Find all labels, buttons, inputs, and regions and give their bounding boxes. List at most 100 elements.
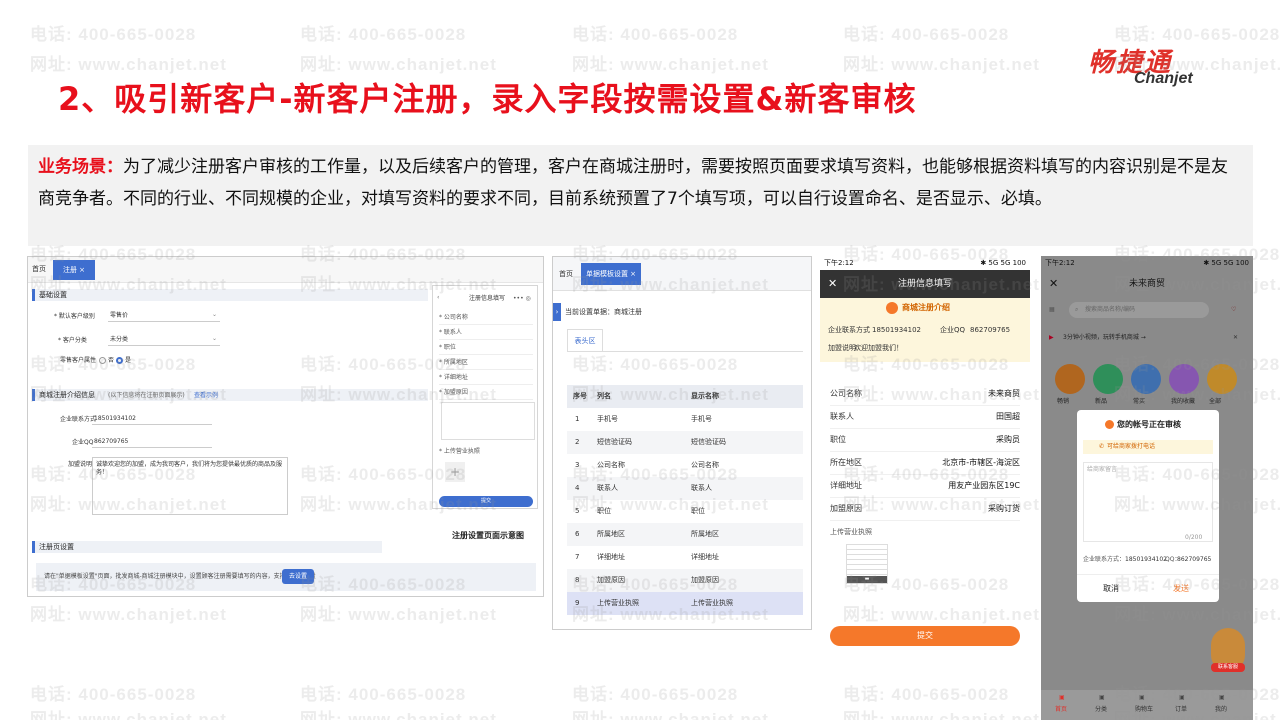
tab-header-area[interactable]: 表头区 [567, 329, 603, 351]
category-icon[interactable] [1055, 364, 1085, 394]
table-cell-name: 联系人 [597, 484, 618, 492]
label-customer-level: * 默认客户级别 [54, 313, 95, 320]
intro-note-label: 加盟说明 [828, 344, 856, 352]
send-button[interactable]: 发送 [1173, 584, 1189, 594]
message-textarea[interactable]: 给商家留言 [1083, 462, 1213, 542]
tab-home-2[interactable]: 首页 [559, 270, 573, 279]
watermark-text: 电话: 400-665-0028 [572, 685, 739, 704]
preview-field-label: * 联系人 [439, 329, 462, 336]
table-cell-no: 2 [575, 438, 580, 446]
bottom-tab-2[interactable]: 购物车 [1135, 706, 1153, 714]
contact-input[interactable]: 18501934102 [92, 413, 212, 425]
preview-field-line[interactable] [439, 354, 533, 355]
form-row-label: 所在地区 [830, 458, 862, 467]
close-icon[interactable]: ✕ [828, 270, 837, 298]
watermark-text: 网址: www.chanjet.net [572, 710, 769, 720]
cancel-button[interactable]: 取消 [1103, 584, 1119, 594]
qq-input[interactable]: 862709765 [92, 436, 212, 448]
category-icon[interactable] [1093, 364, 1123, 394]
table-cell-name: 公司名称 [597, 461, 625, 469]
radio-no[interactable] [99, 357, 106, 364]
table-header: 序号 列名 显示名称 [567, 385, 803, 408]
form-row-label: 详细地址 [830, 481, 862, 490]
form-row[interactable]: 所在地区 北京市-市辖区-海淀区 [830, 451, 1020, 475]
brand-en: Chanjet [1134, 70, 1193, 87]
submit-button[interactable]: 提交 [830, 626, 1020, 646]
watermark-text: 电话: 400-665-0028 [300, 685, 467, 704]
form-row[interactable]: 联系人 田国超 [830, 405, 1020, 429]
preview-submit-button[interactable]: 提交 [439, 496, 533, 507]
template-settings-screen: 首页 单据模板设置 × › 当前设置单据：商城注册 表头区 序号 列名 显示名称… [552, 256, 812, 630]
preview-field-line[interactable] [439, 324, 533, 325]
form-row[interactable]: 职位 采购员 [830, 428, 1020, 452]
table-row[interactable]: 9 上传营业执照 上传营业执照 [567, 592, 803, 615]
license-thumbnail[interactable]: ▬ [846, 544, 888, 584]
delete-icon[interactable]: ▬ [847, 576, 887, 583]
preview-caption: 注册设置页面示意图 [452, 531, 524, 540]
table-row[interactable]: 8 加盟原因 加盟原因 [567, 569, 803, 592]
bottom-tab-4[interactable]: 我的 [1215, 706, 1227, 714]
category-label: 常买 [1133, 398, 1146, 405]
col-name: 列名 [597, 392, 611, 400]
table-cell-no: 4 [575, 484, 580, 492]
category-icon[interactable] [1169, 364, 1199, 394]
service-icon[interactable]: ♡ [1231, 306, 1236, 314]
tab-registration[interactable]: 注册 × [53, 260, 95, 280]
promo-text[interactable]: 3分钟小视频，玩转手机商城 → [1063, 334, 1146, 342]
preview-textarea[interactable] [441, 402, 535, 440]
form-row[interactable]: 详细地址 用友产业园东区19C [830, 474, 1020, 498]
upload-label: 上传营业执照 [830, 528, 872, 536]
tab-home[interactable]: 首页 [32, 265, 46, 274]
table-row[interactable]: 3 公司名称 公司名称 [567, 454, 803, 477]
radio-yes[interactable] [116, 357, 123, 364]
bottom-tab-0[interactable]: 首页 [1055, 706, 1067, 714]
status-signal-4: ✱ 5G 5G 100 [1203, 259, 1249, 267]
promo-close-icon[interactable]: ✕ [1233, 334, 1238, 342]
table-cell-no: 9 [575, 599, 580, 607]
go-settings-button[interactable]: 去设置 [282, 569, 314, 584]
form-row[interactable]: 加盟原因 采购订货 [830, 497, 1020, 521]
label-retail-attr: 零售客户属性 [60, 357, 97, 364]
scenario-text: 为了减少注册客户审核的工作量，以及后续客户的管理，客户在商城注册时，需要按照页面… [38, 157, 1228, 209]
tab-icon: ▣ [1179, 694, 1185, 701]
review-status-icon [1105, 420, 1114, 429]
collapse-arrow-icon[interactable]: › [553, 303, 561, 321]
close-icon[interactable]: ✕ [1049, 270, 1058, 298]
form-row-label: 公司名称 [830, 389, 862, 398]
mascot-icon[interactable]: 联系客服 [1211, 628, 1245, 672]
table-row[interactable]: 6 所属地区 所属地区 [567, 523, 803, 546]
bottom-tab-3[interactable]: 订单 [1175, 706, 1187, 714]
back-icon[interactable]: ‹ [437, 294, 439, 302]
preview-field-line[interactable] [439, 384, 533, 385]
category-icon[interactable] [1207, 364, 1237, 394]
select-customer-category[interactable]: 未分类 [108, 334, 220, 346]
label-contact: 企业联系方式 [60, 416, 97, 423]
form-row[interactable]: 公司名称 未来商贸 [830, 382, 1020, 406]
tab-template-settings[interactable]: 单据模板设置 × [581, 263, 641, 285]
upload-plus-icon[interactable]: + [445, 462, 465, 482]
table-cell-disp: 上传营业执照 [691, 599, 733, 607]
search-input[interactable]: ⌕ 搜索商品名称/编码 [1069, 302, 1209, 318]
more-icon[interactable]: ••• ◎ [513, 295, 531, 303]
table-row[interactable]: 5 职位 职位 [567, 500, 803, 523]
preview-field-line[interactable] [439, 369, 533, 370]
table-row[interactable]: 7 详细地址 详细地址 [567, 546, 803, 569]
preview-field-line[interactable] [439, 399, 533, 400]
form-row-value: 未来商贸 [988, 389, 1020, 398]
intro-tip: (以下信息将在注册页面展示) [108, 392, 185, 399]
join-note-textarea[interactable]: 诚挚欢迎您的加盟，成为我司客户，我们将为您提供最优质的商品及服务！ [92, 457, 288, 515]
watermark-text: 电话: 400-665-0028 [843, 25, 1010, 44]
table-row[interactable]: 4 联系人 联系人 [567, 477, 803, 500]
label-join-note: 加盟说明 [68, 461, 93, 468]
table-row[interactable]: 2 短信验证码 短信验证码 [567, 431, 803, 454]
select-customer-level[interactable]: 零售价 [108, 310, 220, 322]
bottom-tab-1[interactable]: 分类 [1095, 706, 1107, 714]
view-example-link[interactable]: 查看示例 [194, 392, 218, 400]
table-cell-disp: 短信验证码 [691, 438, 726, 446]
category-icon[interactable] [1131, 364, 1161, 394]
form-row-label: 职位 [830, 435, 846, 444]
table-row[interactable]: 1 手机号 手机号 [567, 408, 803, 431]
qr-icon[interactable]: ▦ [1049, 306, 1055, 314]
modal-divider [1077, 574, 1219, 575]
preview-field-line[interactable] [439, 339, 533, 340]
